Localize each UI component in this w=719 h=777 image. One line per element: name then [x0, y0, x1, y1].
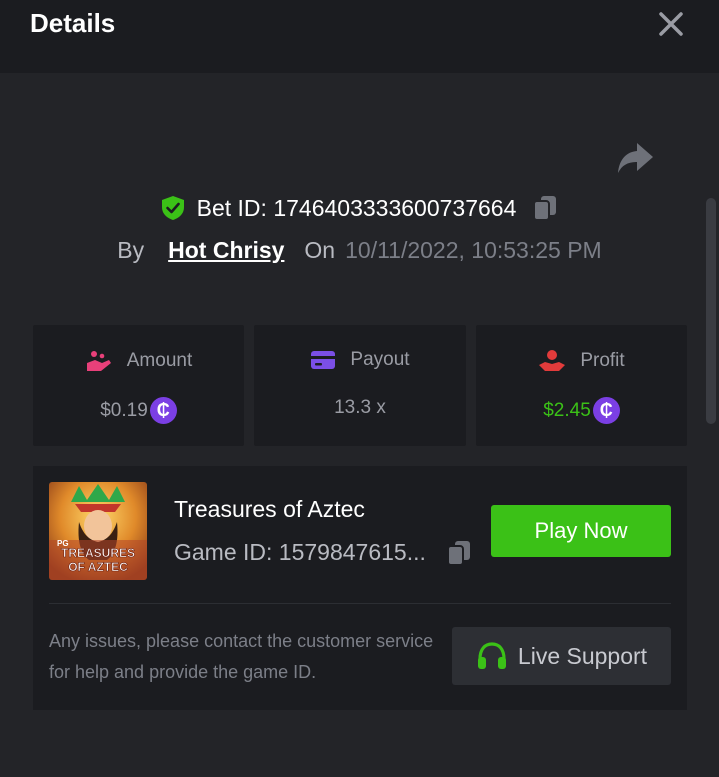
payout-label: Payout: [350, 349, 410, 370]
headset-icon: [477, 642, 506, 669]
close-icon: [659, 12, 683, 36]
share-button[interactable]: [615, 141, 655, 175]
support-notice: Any issues, please contact the customer …: [49, 631, 434, 682]
amount-value: $0.19: [100, 399, 148, 421]
scrollbar-thumb[interactable]: [706, 198, 716, 424]
copy-icon: [533, 196, 557, 221]
share-icon: [618, 143, 653, 173]
game-panel: PG TREASURES OF AZTEC Treasures of Aztec…: [33, 466, 687, 710]
on-label: On: [304, 236, 336, 263]
bet-meta-row: By Hot Chrisy On 10/11/2022, 10:53:25 PM: [0, 233, 719, 267]
profit-value: $2.45: [543, 399, 591, 421]
copy-bet-id-button[interactable]: [532, 194, 558, 222]
verified-shield-icon: [161, 196, 184, 220]
game-thumbnail-image: PG TREASURES OF AZTEC: [49, 482, 147, 580]
divider: [49, 603, 671, 604]
by-label: By: [117, 236, 145, 263]
thumb-title-line2: OF AZTEC: [68, 560, 128, 574]
close-button[interactable]: [655, 8, 687, 40]
live-support-label: Live Support: [517, 642, 648, 669]
bet-date: 10/11/2022, 10:53:25 PM: [345, 236, 602, 263]
copy-game-id-button[interactable]: [446, 539, 472, 572]
currency-coin-icon: ₵: [592, 397, 620, 424]
payout-card: Payout 13.3 x: [254, 325, 466, 446]
amount-card: Amount $0.19 ₵: [33, 325, 244, 446]
bet-id-text: Bet ID: 1746403333600737664: [196, 194, 517, 221]
payout-value: 13.3 x: [334, 397, 386, 418]
thumb-title-line1: TREASURES: [61, 546, 135, 560]
game-id: Game ID: 1579847615...: [174, 539, 426, 565]
game-name: Treasures of Aztec: [174, 496, 365, 522]
user-link[interactable]: Hot Chrisy: [168, 237, 284, 264]
profit-label: Profit: [580, 350, 625, 371]
profit-hand-icon: [539, 350, 566, 371]
modal-header: Details: [0, 0, 719, 73]
play-now-button[interactable]: Play Now: [491, 505, 671, 557]
modal-title: Details: [30, 8, 116, 38]
copy-icon: [447, 541, 470, 566]
bet-id-row: Bet ID: 1746403333600737664: [0, 190, 719, 226]
live-support-button[interactable]: Live Support: [452, 627, 671, 685]
amount-label: Amount: [126, 350, 193, 371]
wallet-card-icon: [311, 351, 336, 369]
coin-hand-icon: [86, 351, 111, 371]
game-thumbnail[interactable]: PG TREASURES OF AZTEC: [49, 482, 147, 580]
currency-coin-icon: ₵: [149, 397, 177, 424]
profit-card: Profit $2.45 ₵: [476, 325, 687, 446]
